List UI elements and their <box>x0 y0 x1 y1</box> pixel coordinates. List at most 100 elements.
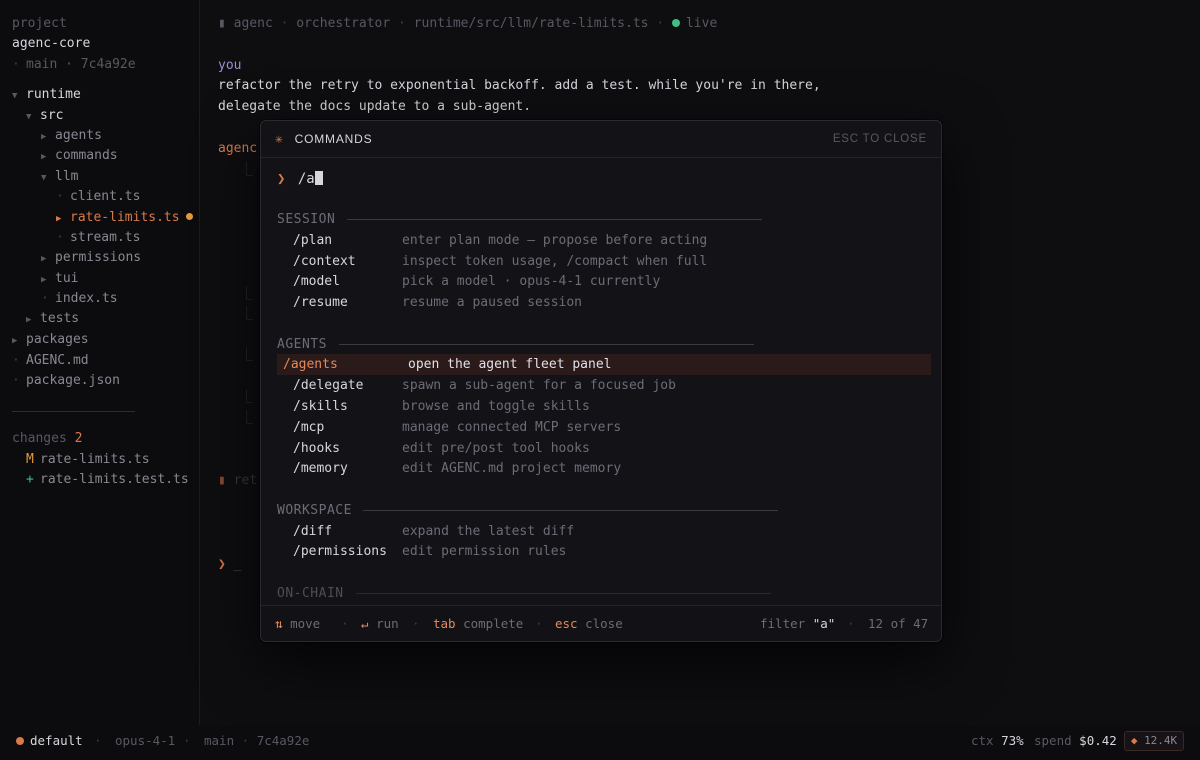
tree-dir-commands[interactable]: ▶ commands <box>41 148 118 165</box>
tree-file-package-json[interactable]: · package.json <box>12 373 120 389</box>
tree-dir-runtime[interactable]: ▼ runtime <box>12 87 81 104</box>
chevron-right-icon: ▶ <box>41 152 47 162</box>
command-hooks[interactable]: /hooks edit pre/post tool hooks <box>277 438 931 459</box>
section-rule <box>339 344 754 345</box>
file-bullet-icon: · <box>56 230 64 245</box>
bg-tree-glyph: ⎿ <box>240 390 254 405</box>
bg-tree-glyph: ⎿ <box>240 163 254 178</box>
tree-file-index[interactable]: · index.ts <box>41 291 118 307</box>
section-rule <box>363 510 778 511</box>
hint-tab: tab complete <box>433 616 524 631</box>
command-context[interactable]: /context inspect token usage, /compact wh… <box>277 251 931 272</box>
mode-indicator[interactable]: default <box>16 733 83 749</box>
hint-esc: esc close <box>555 616 623 631</box>
prompt-chevron-icon: ❯ <box>277 171 286 187</box>
chevron-down-icon: ▼ <box>41 173 47 183</box>
palette-search-input[interactable]: ❯ /a <box>277 171 323 187</box>
hint-run: ↵ run <box>361 616 399 631</box>
breadcrumb-agent[interactable]: orchestrator <box>296 16 390 31</box>
hint-move: ⇅ move <box>275 616 321 631</box>
command-permissions[interactable]: /permissions edit permission rules <box>277 541 931 562</box>
command-palette: ✳ COMMANDS ESC TO CLOSE ❯ /a SESSION /pl… <box>260 120 942 642</box>
command-model[interactable]: /model pick a model · opus-4-1 currently <box>277 271 931 292</box>
tree-dir-permissions[interactable]: ▶ permissions <box>41 250 141 267</box>
tree-dir-agents[interactable]: ▶ agents <box>41 128 102 145</box>
tree-dir-packages[interactable]: ▶ packages <box>12 332 89 349</box>
esc-close-hint[interactable]: ESC TO CLOSE <box>833 131 927 147</box>
filter-indicator: filter "a" <box>760 616 836 631</box>
change-item-modified[interactable]: Mrate-limits.ts <box>26 452 150 468</box>
palette-title: ✳ COMMANDS <box>275 132 373 147</box>
speaker-label: you <box>218 58 242 73</box>
bullet-icon: · <box>12 57 20 72</box>
tree-file-agenc-md[interactable]: · AGENC.md <box>12 353 89 369</box>
context-usage: ctx 73% <box>971 733 1024 748</box>
model-indicator[interactable]: opus-4-1 <box>115 733 175 749</box>
bg-tree-glyph: ⎿ <box>240 287 254 302</box>
sidebar: project agenc-core · main · 7c4a92e ▼ runt… <box>0 0 200 725</box>
tree-dir-src[interactable]: ▼ src <box>26 108 63 125</box>
tree-dir-tui[interactable]: ▶ tui <box>41 271 78 288</box>
text-cursor <box>314 171 323 185</box>
user-message-line-1: refactor the retry to exponential backof… <box>218 78 821 93</box>
chevron-right-icon: ▶ <box>41 275 47 285</box>
up-down-arrows-icon: ⇅ <box>275 616 283 631</box>
asterisk-icon: ✳ <box>275 132 283 147</box>
command-memory[interactable]: /memory edit AGENC.md project memory <box>277 458 931 479</box>
branch-info: · main · 7c4a92e <box>12 57 136 72</box>
modified-dot-icon <box>185 213 193 220</box>
breadcrumb-app[interactable]: agenc <box>234 16 273 31</box>
tree-file-client[interactable]: · client.ts <box>56 189 140 205</box>
token-badge: ◆ 12.4K <box>1124 731 1184 751</box>
user-message-line-2: delegate the docs update to a sub-agent. <box>218 99 532 114</box>
file-bullet-icon: · <box>56 189 64 204</box>
prompt-chevron-icon: ❯ <box>218 557 226 572</box>
file-bullet-icon: · <box>41 291 49 306</box>
branch-indicator[interactable]: main · 7c4a92e <box>204 733 309 749</box>
tree-file-stream[interactable]: · stream.ts <box>56 230 140 246</box>
bg-tree-glyph: ⎿ <box>240 348 254 363</box>
command-mcp[interactable]: /mcp manage connected MCP servers <box>277 417 931 438</box>
prompt-cursor: _ <box>233 557 242 572</box>
section-session: SESSION <box>277 212 336 227</box>
command-diff[interactable]: /diff expand the latest diff <box>277 521 931 542</box>
palette-footer: ⇅ move · ↵ run · tab complete · esc clos… <box>261 605 941 641</box>
project-name[interactable]: agenc-core <box>12 36 90 52</box>
return-icon: ↵ <box>361 616 369 631</box>
bg-tree-glyph: ⎿ <box>240 307 254 322</box>
chevron-down-icon: ▼ <box>12 91 18 101</box>
modified-marker: M <box>26 452 34 467</box>
section-rule <box>356 593 771 594</box>
command-plan[interactable]: /plan enter plan mode — propose before ac… <box>277 230 931 251</box>
bg-tree-glyph: ⎿ <box>240 411 254 426</box>
breadcrumb-marker: ▮ <box>218 16 226 31</box>
live-status-icon <box>671 19 680 27</box>
sidebar-divider <box>12 411 135 412</box>
chevron-right-icon: ▶ <box>56 214 62 224</box>
bg-retry-peek: ▮ ret <box>218 473 258 488</box>
command-resume[interactable]: /resume resume a paused session <box>277 292 931 313</box>
breadcrumb-file[interactable]: runtime/src/llm/rate-limits.ts <box>414 16 649 31</box>
file-bullet-icon: · <box>12 353 20 368</box>
search-query: /a <box>297 171 315 187</box>
command-skills[interactable]: /skills browse and toggle skills <box>277 396 931 417</box>
palette-header-divider <box>261 157 941 158</box>
changes-count: 2 <box>74 431 83 446</box>
section-workspace: WORKSPACE <box>277 503 352 518</box>
chevron-right-icon: ▶ <box>41 132 47 142</box>
agent-label: agenc <box>218 141 258 156</box>
tree-dir-llm[interactable]: ▼ llm <box>41 169 78 186</box>
tree-file-rate-limits[interactable]: ▶ rate-limits.ts <box>56 210 193 227</box>
section-agents: AGENTS <box>277 337 327 352</box>
added-marker: + <box>26 472 34 487</box>
command-delegate[interactable]: /delegate spawn a sub-agent for a focused… <box>277 375 931 396</box>
changes-header: changes 2 <box>12 431 83 446</box>
chevron-right-icon: ▶ <box>41 254 47 264</box>
tree-dir-tests[interactable]: ▶ tests <box>26 311 79 328</box>
command-agents-selected[interactable]: /agents open the agent fleet panel <box>277 354 931 375</box>
prompt-line[interactable]: ❯ _ <box>218 557 241 573</box>
diamond-icon: ◆ <box>1130 734 1138 747</box>
file-bullet-icon: · <box>12 373 20 388</box>
spend-indicator: spend $0.42 <box>1034 733 1117 748</box>
change-item-added[interactable]: + rate-limits.test.ts <box>26 472 189 488</box>
